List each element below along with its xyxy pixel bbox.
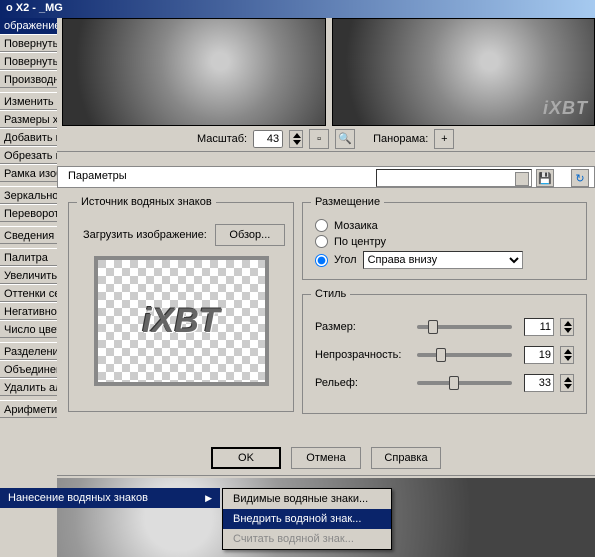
title-bar: o X2 - _MG (0, 0, 595, 18)
source-group: Источник водяных знаков Загрузить изобра… (68, 196, 294, 412)
left-menu: ображение ПовернутьПовернутьПроизводнИзм… (0, 18, 57, 557)
zoom-fit-icon[interactable]: ▫ (309, 129, 329, 149)
panorama-add-button[interactable]: + (434, 129, 454, 149)
chevron-right-icon: ▶ (205, 493, 212, 504)
help-button[interactable]: Справка (371, 447, 441, 469)
params-label: Параметры (68, 170, 127, 182)
submenu-visible[interactable]: Видимые водяные знаки... (223, 489, 391, 509)
menu-item[interactable]: Разделение (0, 342, 57, 360)
size-value[interactable] (524, 318, 554, 336)
watermark-text: iXBT (142, 302, 219, 341)
menu-item[interactable]: Переворот (0, 204, 57, 222)
cancel-button[interactable]: Отмена (291, 447, 361, 469)
source-legend: Источник водяных знаков (77, 196, 216, 208)
menu-item[interactable]: Число цвет (0, 320, 57, 338)
menu-item[interactable]: Добавить п (0, 128, 57, 146)
zoom-spinner[interactable] (289, 130, 303, 148)
radio-corner[interactable] (315, 254, 328, 267)
panorama-label: Панорама: (373, 133, 428, 145)
menu-header: ображение (0, 18, 57, 34)
menu-item[interactable]: Обрезать п (0, 146, 57, 164)
style-legend: Стиль (311, 288, 350, 300)
watermarks-submenu: Видимые водяные знаки... Внедрить водяно… (222, 488, 392, 550)
menu-item[interactable]: Арифметич (0, 400, 57, 418)
radio-center[interactable] (315, 235, 328, 248)
menu-item[interactable]: Производн (0, 70, 57, 88)
zoom-input[interactable] (253, 130, 283, 148)
size-slider[interactable] (417, 325, 512, 329)
menu-watermarks-label: Нанесение водяных знаков (8, 492, 148, 504)
watermark-thumbnail: iXBT (94, 256, 269, 386)
zoom-label: Масштаб: (197, 133, 247, 145)
preview-before (62, 18, 326, 126)
menu-item[interactable]: Удалить ал (0, 378, 57, 396)
menu-item[interactable]: Палитра (0, 248, 57, 266)
menu-item[interactable]: Объединен (0, 360, 57, 378)
size-label: Размер: (315, 321, 405, 333)
center-label: По центру (334, 236, 386, 248)
corner-select[interactable]: Справа внизу (363, 251, 523, 269)
menu-item[interactable]: Сведения о (0, 226, 57, 244)
save-preset-icon[interactable]: 💾 (536, 169, 554, 187)
style-group: Стиль Размер: Непрозрачность: Рельеф: (302, 288, 587, 414)
button-row: OK Отмена Справка (57, 440, 595, 476)
params-header: Параметры 💾 ↻ (57, 166, 595, 188)
size-spinner[interactable] (560, 318, 574, 336)
menu-item[interactable]: Размеры хо (0, 110, 57, 128)
menu-item[interactable]: Рамка изоб (0, 164, 57, 182)
preview-area: iXBT (57, 18, 595, 126)
watermark-preview: iXBT (543, 98, 588, 119)
ok-button[interactable]: OK (211, 447, 281, 469)
zoom-magnify-icon[interactable]: 🔍 (335, 129, 355, 149)
menu-watermarks[interactable]: Нанесение водяных знаков ▶ (0, 488, 220, 508)
opacity-value[interactable] (524, 346, 554, 364)
zoom-bar: Масштаб: ▫ 🔍 Панорама: + (57, 126, 595, 152)
relief-spinner[interactable] (560, 374, 574, 392)
submenu-embed[interactable]: Внедрить водяной знак... (223, 509, 391, 529)
submenu-read: Считать водяной знак... (223, 529, 391, 549)
opacity-slider[interactable] (417, 353, 512, 357)
placement-group: Размещение Мозаика По центру Угол Справа… (302, 196, 587, 280)
browse-button[interactable]: Обзор... (215, 224, 285, 246)
menu-item[interactable]: Изменить р (0, 92, 57, 110)
preview-after: iXBT (332, 18, 595, 126)
corner-label: Угол (334, 254, 357, 266)
relief-label: Рельеф: (315, 377, 405, 389)
relief-value[interactable] (524, 374, 554, 392)
mosaic-label: Мозаика (334, 220, 378, 232)
refresh-icon[interactable]: ↻ (571, 169, 589, 187)
menu-item[interactable]: Негативное (0, 302, 57, 320)
load-image-label: Загрузить изображение: (83, 229, 207, 241)
menu-item[interactable]: Зеркальное (0, 186, 57, 204)
menu-item[interactable]: Повернуть (0, 34, 57, 52)
placement-legend: Размещение (311, 196, 384, 208)
opacity-label: Непрозрачность: (315, 349, 405, 361)
menu-item[interactable]: Оттенки се (0, 284, 57, 302)
opacity-spinner[interactable] (560, 346, 574, 364)
menu-item[interactable]: Повернуть (0, 52, 57, 70)
preset-dropdown[interactable] (376, 169, 532, 187)
menu-item[interactable]: Увеличить (0, 266, 57, 284)
relief-slider[interactable] (417, 381, 512, 385)
radio-mosaic[interactable] (315, 219, 328, 232)
